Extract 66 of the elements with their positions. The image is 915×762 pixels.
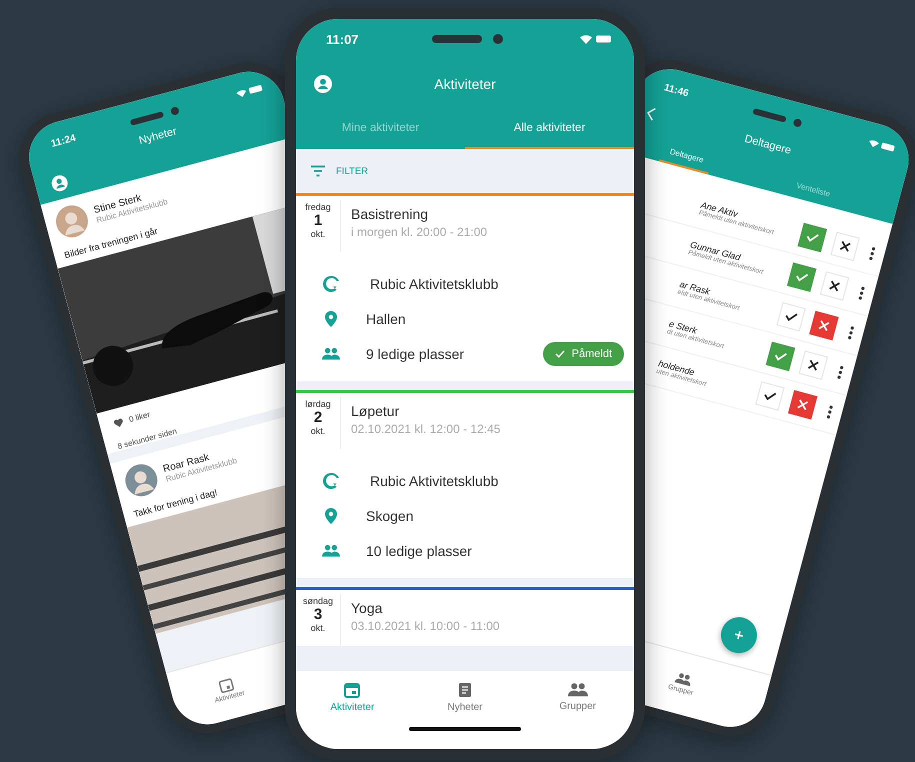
club-logo-icon — [322, 274, 340, 292]
event-title: Løpetur — [351, 403, 400, 419]
nav-tab[interactable]: Aktiviteter — [296, 671, 409, 723]
check-icon — [773, 350, 788, 363]
close-icon — [839, 240, 852, 253]
like-count: 0 liker — [128, 410, 152, 424]
event-title: Yoga — [351, 600, 384, 616]
screen-title: Aktiviteter — [433, 76, 497, 92]
nav-tab[interactable]: Grupper — [521, 671, 634, 723]
wifi-battery-icon — [578, 33, 612, 45]
club-name: Rubic Aktivitetsklubb — [369, 472, 500, 488]
more-icon[interactable] — [836, 365, 844, 380]
event-card[interactable]: lørdag 2 okt. Løpetur 02.10.2021 kl. 12:00 - 12:45 Rubic Aktivitetsklubb Skogen 10 ledige plasser — [296, 390, 634, 578]
heart-icon[interactable] — [112, 417, 125, 428]
wifi-battery-icon — [234, 82, 266, 100]
event-place: Hallen — [366, 310, 407, 326]
post-time: 8 sekunder siden — [116, 426, 178, 452]
screen-title: Nyheter — [138, 125, 178, 148]
nav-tab[interactable]: Nyheter — [408, 671, 522, 723]
status-time: 11:46 — [662, 82, 690, 99]
user-icon[interactable] — [314, 75, 332, 93]
filter-button[interactable]: FILTER — [306, 161, 372, 181]
weekday: fredag — [305, 202, 331, 212]
more-icon[interactable] — [858, 286, 866, 301]
month: okt. — [310, 623, 326, 633]
month: okt. — [310, 229, 326, 239]
close-icon — [807, 359, 820, 372]
calendar-icon — [343, 681, 362, 699]
group-icon — [568, 682, 588, 698]
event-time: 03.10.2021 kl. 10:00 - 11:00 — [351, 619, 500, 633]
event-time: 02.10.2021 kl. 12:00 - 12:45 — [351, 422, 500, 436]
club-logo-icon — [322, 472, 340, 490]
post-text: Bilder fra treningen i går — [63, 226, 159, 260]
registered-button[interactable]: Påmeldt — [542, 342, 624, 366]
more-icon[interactable] — [826, 404, 834, 420]
location-pin-icon — [322, 310, 340, 328]
back-icon[interactable] — [645, 106, 657, 122]
status-time: 11:07 — [326, 32, 359, 46]
filter-icon — [310, 165, 326, 177]
month: okt. — [310, 426, 326, 436]
user-icon[interactable] — [50, 173, 70, 194]
event-title: Basistrening — [351, 206, 430, 222]
check-icon — [762, 390, 777, 402]
post-text: Takk for trening i dag! — [132, 487, 218, 520]
weekday: søndag — [302, 596, 334, 606]
document-icon — [456, 681, 474, 699]
day-number: 2 — [314, 409, 322, 426]
more-icon[interactable] — [847, 326, 855, 340]
plus-icon — [732, 629, 746, 642]
more-icon[interactable] — [868, 246, 876, 261]
event-card[interactable]: søndag 3 okt. Yoga 03.10.2021 kl. 10:00 - 11:00 — [296, 587, 634, 646]
event-time: i morgen kl. 20:00 - 21:00 — [351, 225, 488, 239]
event-place: Skogen — [366, 508, 414, 524]
event-card[interactable]: fredag 1 okt. Basistrening i morgen kl. 20:00 - 21:00 Rubic Aktivitetsklubb Hallen 9 ledige plasser Påmeldt — [296, 193, 634, 381]
free-spots: 9 ledige plasser — [366, 346, 466, 362]
close-icon — [818, 320, 830, 332]
free-spots: 10 ledige plasser — [366, 542, 473, 558]
weekday: lørdag — [305, 399, 331, 409]
close-icon — [828, 280, 841, 292]
day-number: 3 — [314, 606, 322, 623]
location-pin-icon — [322, 506, 340, 524]
close-icon — [796, 398, 809, 411]
status-time: 11:24 — [50, 132, 77, 150]
club-name: Rubic Aktivitetsklubb — [369, 276, 500, 292]
day-number: 1 — [314, 212, 322, 229]
check-icon — [554, 350, 565, 358]
